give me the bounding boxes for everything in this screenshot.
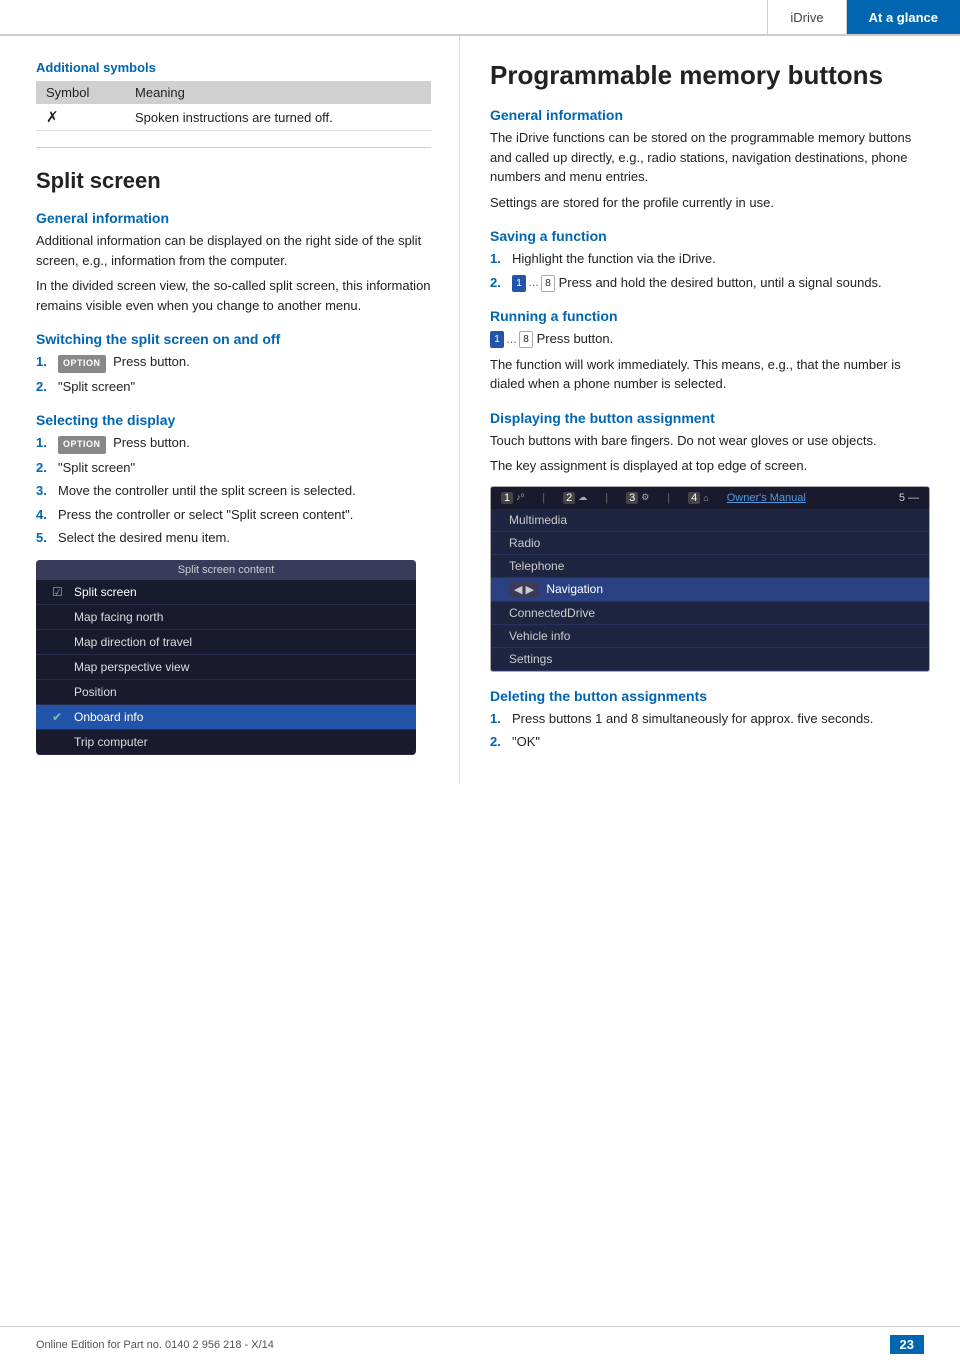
list-item: 4. Press the controller or select "Split… xyxy=(36,505,431,525)
list-item: 1. OPTION Press button. xyxy=(36,433,431,454)
list-item: Settings xyxy=(491,648,929,671)
split-general-para-2: In the divided screen view, the so-calle… xyxy=(36,276,431,315)
symbols-table: Symbol Meaning ✗ Spoken instructions are… xyxy=(36,81,431,131)
ba-item-2: 2 ☁ xyxy=(563,492,587,504)
list-item: 2. "OK" xyxy=(490,732,930,752)
idrive-label: iDrive xyxy=(790,10,823,25)
deleting-steps: 1. Press buttons 1 and 8 simultaneously … xyxy=(490,709,930,752)
selecting-steps: 1. OPTION Press button. 2. "Split screen… xyxy=(36,433,431,548)
ba-item-4: 4 ⌂ xyxy=(688,492,709,504)
prog-general-para-1: The iDrive functions can be stored on th… xyxy=(490,128,930,187)
list-item: Multimedia xyxy=(491,509,929,532)
ba-five-num: 5 — xyxy=(899,492,919,504)
option-btn-1: OPTION xyxy=(58,355,106,373)
list-item: Vehicle info xyxy=(491,625,929,648)
switching-steps: 1. OPTION Press button. 2. "Split screen… xyxy=(36,352,431,396)
list-item: Map direction of travel xyxy=(36,630,416,655)
switching-heading: Switching the split screen on and off xyxy=(36,331,431,347)
additional-symbols-section: Additional symbols Symbol Meaning ✗ Spok… xyxy=(36,60,431,131)
button-range-icon: 1 … 8 xyxy=(490,331,533,348)
checkmark-icon: ✔ xyxy=(52,710,66,724)
prog-general-para-2: Settings are stored for the profile curr… xyxy=(490,193,930,213)
list-item: Position xyxy=(36,680,416,705)
meaning-col-header: Meaning xyxy=(125,81,431,104)
additional-symbols-title: Additional symbols xyxy=(36,60,431,75)
main-content: Additional symbols Symbol Meaning ✗ Spok… xyxy=(0,36,960,784)
selecting-heading: Selecting the display xyxy=(36,412,431,428)
header-tabs: iDrive At a glance xyxy=(767,0,960,34)
running-heading: Running a function xyxy=(490,308,930,324)
list-item: ✔ Onboard info xyxy=(36,705,416,730)
ba-nav-arrows: ◀ ▶ xyxy=(509,582,539,597)
symbol-col-header: Symbol xyxy=(36,81,125,104)
prog-general-heading: General information xyxy=(490,107,930,123)
symbol-cell: ✗ xyxy=(36,104,125,131)
split-screen-title: Split screen xyxy=(36,168,431,194)
page-number: 23 xyxy=(890,1335,924,1354)
list-item: Radio xyxy=(491,532,929,555)
header-idrive-tab: iDrive xyxy=(767,0,845,34)
displaying-para-1: Touch buttons with bare fingers. Do not … xyxy=(490,431,930,451)
list-item: Map perspective view xyxy=(36,655,416,680)
page-footer: Online Edition for Part no. 0140 2 956 2… xyxy=(0,1326,960,1362)
footer-text: Online Edition for Part no. 0140 2 956 2… xyxy=(36,1339,274,1351)
list-item: 3. Move the controller until the split s… xyxy=(36,481,431,501)
ss-title-bar: Split screen content xyxy=(36,560,416,580)
list-item: 2. "Split screen" xyxy=(36,377,431,397)
saving-heading: Saving a function xyxy=(490,228,930,244)
checkmark-icon: ☑ xyxy=(52,585,66,599)
meaning-cell: Spoken instructions are turned off. xyxy=(125,104,431,131)
list-item: ◀ ▶ Navigation xyxy=(491,578,929,602)
displaying-heading: Displaying the button assignment xyxy=(490,410,930,426)
table-row: ✗ Spoken instructions are turned off. xyxy=(36,104,431,131)
button-assignment-display: 1 ♪⁰ | 2 ☁ | 3 ⚙ | 4 ⌂ O xyxy=(490,486,930,672)
saving-steps: 1. Highlight the function via the iDrive… xyxy=(490,249,930,292)
ss-menu-rows: ☑ Split screen Map facing north Map dire… xyxy=(36,580,416,755)
list-item: ☑ Split screen xyxy=(36,580,416,605)
page-header: iDrive At a glance xyxy=(0,0,960,36)
ba-item-3: 3 ⚙ xyxy=(626,492,649,504)
split-general-para-1: Additional information can be displayed … xyxy=(36,231,431,270)
list-item: Trip computer xyxy=(36,730,416,755)
split-general-info-heading: General information xyxy=(36,210,431,226)
list-item: 1. Press buttons 1 and 8 simultaneously … xyxy=(490,709,930,729)
displaying-para-2: The key assignment is displayed at top e… xyxy=(490,456,930,476)
prog-memory-title: Programmable memory buttons xyxy=(490,60,930,91)
at-a-glance-label: At a glance xyxy=(869,10,938,25)
list-item: 1. OPTION Press button. xyxy=(36,352,431,373)
left-column: Additional symbols Symbol Meaning ✗ Spok… xyxy=(0,36,460,784)
right-column: Programmable memory buttons General info… xyxy=(460,36,960,784)
list-item: Telephone xyxy=(491,555,929,578)
split-screen-preview: Split screen content ☑ Split screen Map … xyxy=(36,560,416,755)
button-range-icon: 1 … 8 xyxy=(512,275,555,292)
deleting-heading: Deleting the button assignments xyxy=(490,688,930,704)
list-item: 2. "Split screen" xyxy=(36,458,431,478)
ba-item-1: 1 ♪⁰ xyxy=(501,492,524,504)
running-text: 1 … 8 Press button. xyxy=(490,329,930,349)
ba-topbar: 1 ♪⁰ | 2 ☁ | 3 ⚙ | 4 ⌂ O xyxy=(491,487,929,509)
list-item: 5. Select the desired menu item. xyxy=(36,528,431,548)
owners-manual-link: Owner's Manual xyxy=(727,492,806,504)
list-item: Map facing north xyxy=(36,605,416,630)
running-text-2: The function will work immediately. This… xyxy=(490,355,930,394)
option-btn-2: OPTION xyxy=(58,436,106,454)
list-item: 1. Highlight the function via the iDrive… xyxy=(490,249,930,269)
list-item: 2. 1 … 8 Press and hold the desired butt… xyxy=(490,273,930,293)
list-item: ConnectedDrive xyxy=(491,602,929,625)
header-at-a-glance-tab[interactable]: At a glance xyxy=(846,0,960,34)
ba-menu-list: Multimedia Radio Telephone ◀ ▶ Navigatio… xyxy=(491,509,929,671)
